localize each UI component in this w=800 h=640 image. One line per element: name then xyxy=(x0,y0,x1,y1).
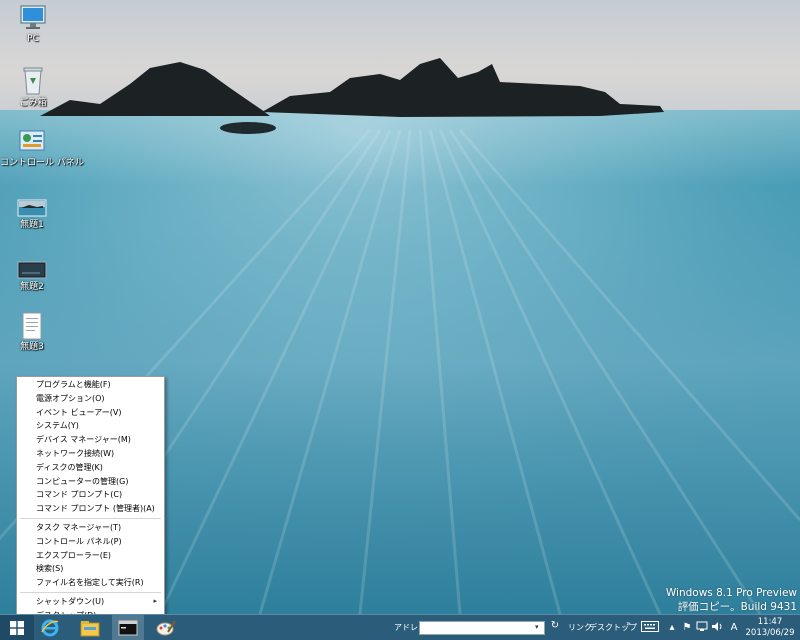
computer-icon xyxy=(20,5,46,29)
image-file-icon xyxy=(17,261,47,279)
menu-item-network-connections[interactable]: ネットワーク接続(W) xyxy=(17,447,164,461)
command-prompt-icon xyxy=(118,620,138,636)
menu-item-run[interactable]: ファイル名を指定して実行(R) xyxy=(17,576,164,590)
desktop-icon-file-2[interactable]: 無題2 xyxy=(0,260,64,292)
control-panel-icon xyxy=(19,130,45,151)
desktop-icon-label: 無題3 xyxy=(20,342,44,352)
desktop-icon-file-3[interactable]: 無題3 xyxy=(0,312,64,352)
menu-item-power-options[interactable]: 電源オプション(O) xyxy=(17,392,164,406)
desktop-icon-pc[interactable]: PC xyxy=(1,4,65,44)
refresh-icon[interactable]: ↻ xyxy=(549,620,561,634)
taskbar-app-command-prompt[interactable] xyxy=(112,615,144,640)
show-hidden-icons-chevron-icon[interactable]: ▴ xyxy=(665,621,679,635)
menu-separator xyxy=(20,591,161,593)
text-file-icon xyxy=(22,312,42,340)
desktop-icon-label: 無題2 xyxy=(20,282,44,292)
menu-item-shutdown[interactable]: シャットダウン(U) ▸ xyxy=(17,595,164,609)
volume-icon[interactable] xyxy=(710,621,724,635)
menu-item-label: シャットダウン(U) xyxy=(36,596,105,606)
desktop-icon-file-1[interactable]: 無題1 xyxy=(0,198,64,230)
start-button[interactable] xyxy=(0,615,34,640)
recycle-bin-icon xyxy=(23,67,43,95)
clock-time: 11:47 xyxy=(757,617,783,627)
menu-item-control-panel[interactable]: コントロール パネル(P) xyxy=(17,535,164,549)
menu-item-search[interactable]: 検索(S) xyxy=(17,562,164,576)
touch-keyboard-icon[interactable] xyxy=(640,621,660,635)
taskbar-app-paint[interactable] xyxy=(150,615,182,640)
desktop-icon-control-panel[interactable]: コントロール パネル xyxy=(0,128,84,168)
system-clock[interactable]: 11:47 2013/06/29 xyxy=(742,617,798,639)
desktop-icon-label: PC xyxy=(27,34,39,44)
paint-icon xyxy=(156,620,176,636)
internet-explorer-icon xyxy=(41,619,59,637)
taskbar-app-file-explorer[interactable] xyxy=(74,615,106,640)
image-file-icon xyxy=(17,199,47,217)
menu-item-event-viewer[interactable]: イベント ビューアー(V) xyxy=(17,406,164,420)
watermark-line-2: 評価コピー。Build 9431 xyxy=(677,601,797,613)
menu-item-system[interactable]: システム(Y) xyxy=(17,419,164,433)
taskbar: アドレス ▾ ↻ リンク デスクトップ » ▴ ⚑ A 11:47 2013/0… xyxy=(0,614,800,640)
build-watermark: Windows 8.1 Pro Preview 評価コピー。Build 9431 xyxy=(666,586,797,614)
desktop-icon-recycle-bin[interactable]: ごみ箱 xyxy=(1,66,65,108)
quick-link-menu: プログラムと機能(F) 電源オプション(O) イベント ビューアー(V) システ… xyxy=(16,376,165,622)
menu-item-command-prompt-admin[interactable]: コマンド プロンプト (管理者)(A) xyxy=(17,502,164,516)
clock-date: 2013/06/29 xyxy=(745,628,795,638)
menu-item-device-manager[interactable]: デバイス マネージャー(M) xyxy=(17,433,164,447)
ime-mode-indicator[interactable]: A xyxy=(727,621,741,635)
toolbar-overflow-chevron-icon[interactable]: » xyxy=(626,619,631,628)
menu-item-file-explorer[interactable]: エクスプローラー(E) xyxy=(17,549,164,563)
network-icon[interactable] xyxy=(695,621,709,635)
file-explorer-icon xyxy=(80,621,100,637)
address-dropdown-icon[interactable]: ▾ xyxy=(535,623,539,631)
watermark-line-1: Windows 8.1 Pro Preview xyxy=(665,587,797,599)
desktop-icon-label: コントロール パネル xyxy=(0,158,84,168)
menu-item-task-manager[interactable]: タスク マネージャー(T) xyxy=(17,521,164,535)
menu-item-command-prompt[interactable]: コマンド プロンプト(C) xyxy=(17,488,164,502)
desktop-icon-label: ごみ箱 xyxy=(19,98,47,108)
menu-item-programs-features[interactable]: プログラムと機能(F) xyxy=(17,378,164,392)
address-input[interactable] xyxy=(419,621,545,635)
submenu-arrow-icon: ▸ xyxy=(153,596,157,605)
menu-item-disk-management[interactable]: ディスクの管理(K) xyxy=(17,461,164,475)
menu-item-computer-management[interactable]: コンピューターの管理(G) xyxy=(17,475,164,489)
action-center-flag-icon[interactable]: ⚑ xyxy=(680,621,694,635)
windows-logo-icon xyxy=(10,621,24,635)
desktop-icon-label: 無題1 xyxy=(20,220,44,230)
taskbar-app-internet-explorer[interactable] xyxy=(34,615,66,640)
menu-separator xyxy=(20,517,161,519)
